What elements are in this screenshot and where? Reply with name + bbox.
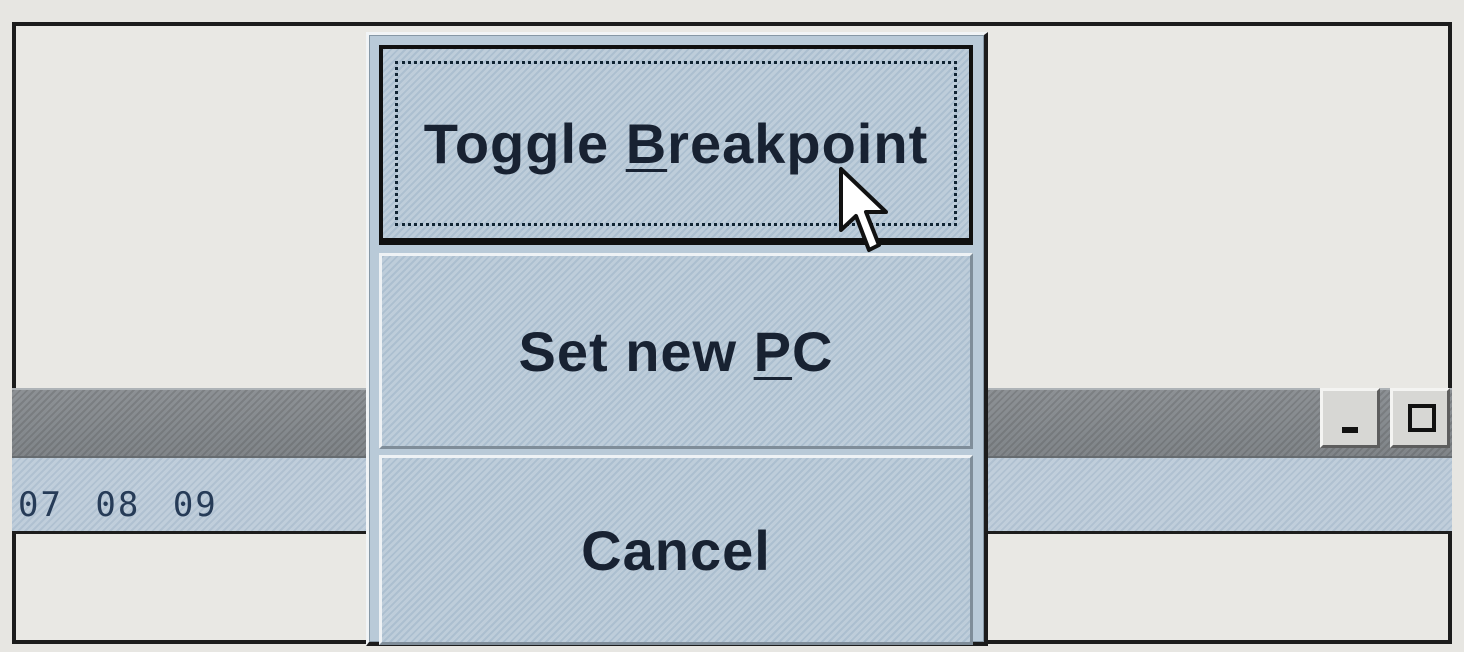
toggle-breakpoint-label: Toggle Breakpoint [424, 111, 928, 176]
context-menu: Toggle Breakpoint Set new PC Cancel [366, 32, 988, 646]
cancel-menu-item[interactable]: Cancel [379, 455, 973, 645]
mouse-pointer-icon [839, 167, 888, 252]
set-new-pc-label-post: C [792, 319, 834, 383]
restore-icon [1408, 404, 1436, 432]
set-new-pc-label: Set new PC [519, 319, 834, 384]
cancel-label: Cancel [581, 518, 771, 582]
set-new-pc-menu-item[interactable]: Set new PC [379, 253, 973, 449]
hex-row-values: 07 08 09 [18, 485, 218, 525]
toggle-breakpoint-accelerator: B [625, 112, 668, 175]
toggle-breakpoint-label-pre: Toggle [423, 112, 626, 175]
minimize-button[interactable] [1320, 388, 1380, 448]
set-new-pc-accelerator: P [753, 319, 793, 383]
window-controls [1320, 388, 1450, 448]
set-new-pc-label-pre: Set new [518, 319, 754, 383]
minimize-icon [1342, 427, 1358, 433]
restore-button[interactable] [1390, 388, 1450, 448]
toggle-breakpoint-label-post: reakpoint [667, 112, 929, 175]
